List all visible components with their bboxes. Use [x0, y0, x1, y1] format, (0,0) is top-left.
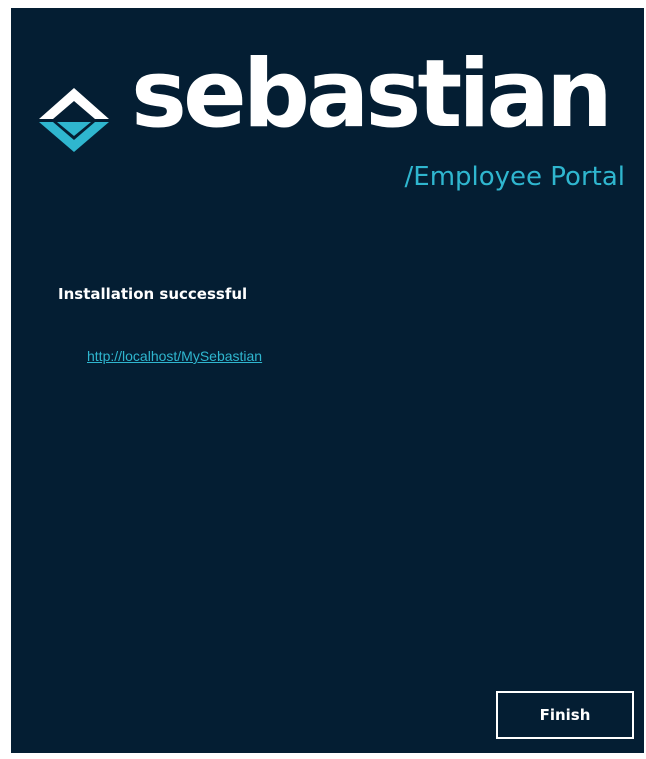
logo-tagline: /Employee Portal — [404, 162, 626, 192]
sebastian-diamond-logo-icon — [39, 88, 109, 152]
installation-status-text: Installation successful — [58, 285, 248, 303]
logo-wordmark: sebastian — [131, 40, 613, 149]
finish-button[interactable]: Finish — [496, 691, 634, 739]
sebastian-logo: sebastian /Employee Portal — [35, 48, 626, 216]
finish-button-label: Finish — [539, 706, 591, 724]
portal-url-link[interactable]: http://localhost/MySebastian — [87, 348, 262, 364]
installer-window: sebastian /Employee Portal Installation … — [11, 8, 644, 753]
